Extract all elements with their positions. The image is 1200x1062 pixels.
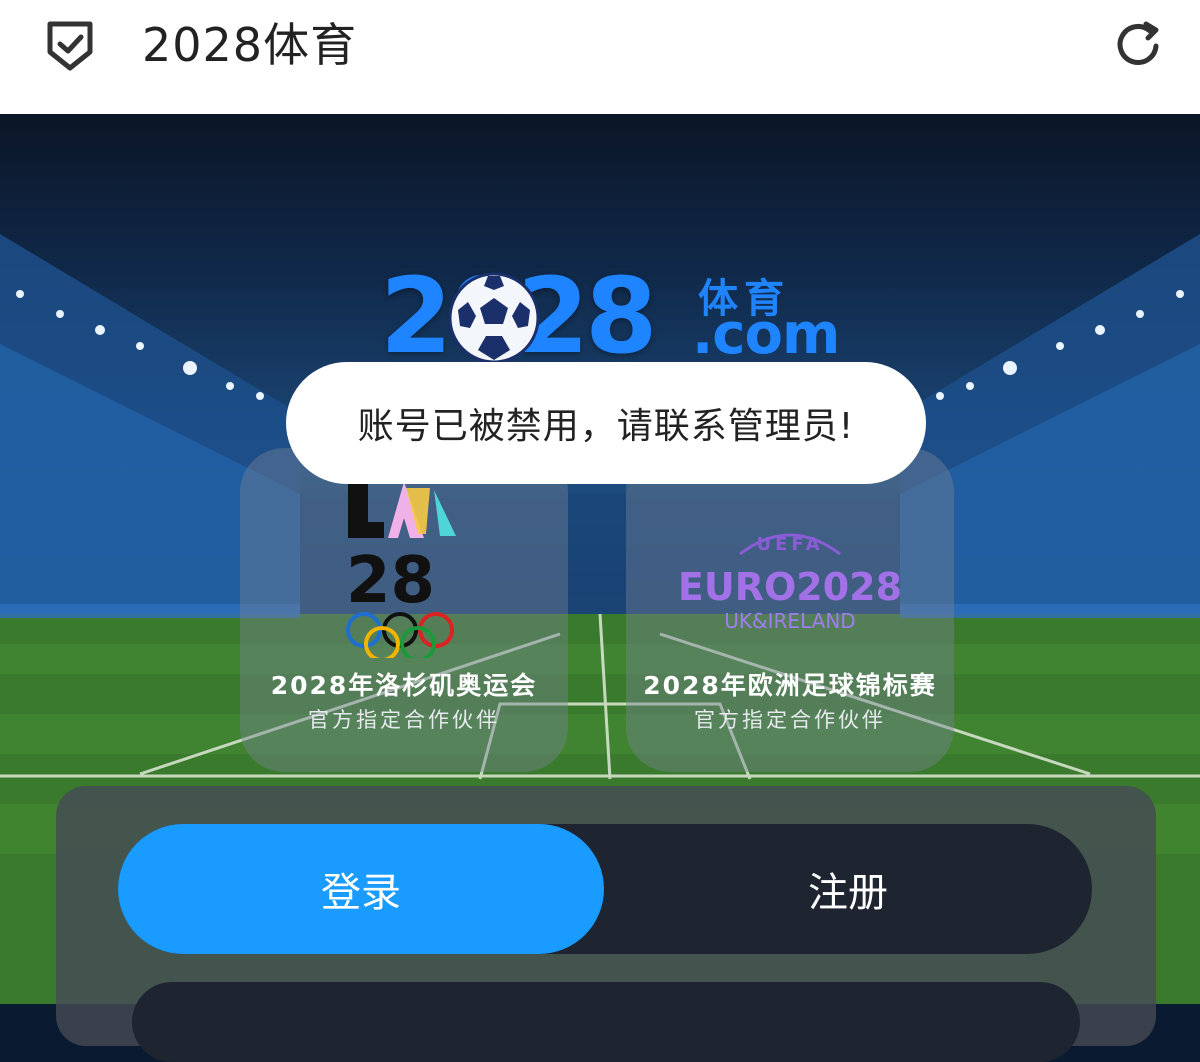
refresh-icon[interactable] <box>1112 18 1166 72</box>
euro-text: EURO2028 <box>678 565 902 609</box>
tab-login[interactable]: 登录 <box>118 824 604 954</box>
login-form-field[interactable] <box>132 982 1080 1062</box>
region-text: UK&IRELAND <box>724 609 855 633</box>
la28-number: 28 <box>346 544 435 618</box>
auth-panel: 登录 注册 <box>56 786 1156 1062</box>
auth-tab-group: 登录 注册 <box>118 824 1092 954</box>
partner-card-la2028[interactable]: 28 2028年洛杉矶奥运会 官方指定合作伙伴 <box>240 448 568 772</box>
top-bar: 2028体育 <box>0 0 1200 114</box>
toast-message: 账号已被禁用，请联系管理员! <box>286 362 926 484</box>
uefa-text: UEFA <box>756 534 823 555</box>
euro2028-emblem: UEFA EURO2028 UK&IRELAND <box>678 533 902 633</box>
partner-title: 2028年欧洲足球锦标赛 <box>643 671 937 700</box>
partner-card-euro2028[interactable]: UEFA EURO2028 UK&IRELAND 2028年欧洲足球锦标赛 官方… <box>626 448 954 772</box>
brand-logo: 2028 体育 .com <box>380 264 840 368</box>
partner-title: 2028年洛杉矶奥运会 <box>270 671 538 700</box>
page-title: 2028体育 <box>142 18 358 72</box>
la28-emblem: 28 <box>346 482 456 658</box>
logo-dotcom-text: .com <box>692 302 840 367</box>
soccer-ball-icon <box>448 272 540 364</box>
tab-register[interactable]: 注册 <box>604 824 1092 954</box>
partner-subtitle: 官方指定合作伙伴 <box>694 708 886 732</box>
partner-subtitle: 官方指定合作伙伴 <box>308 708 500 732</box>
shield-check-icon <box>47 21 93 71</box>
